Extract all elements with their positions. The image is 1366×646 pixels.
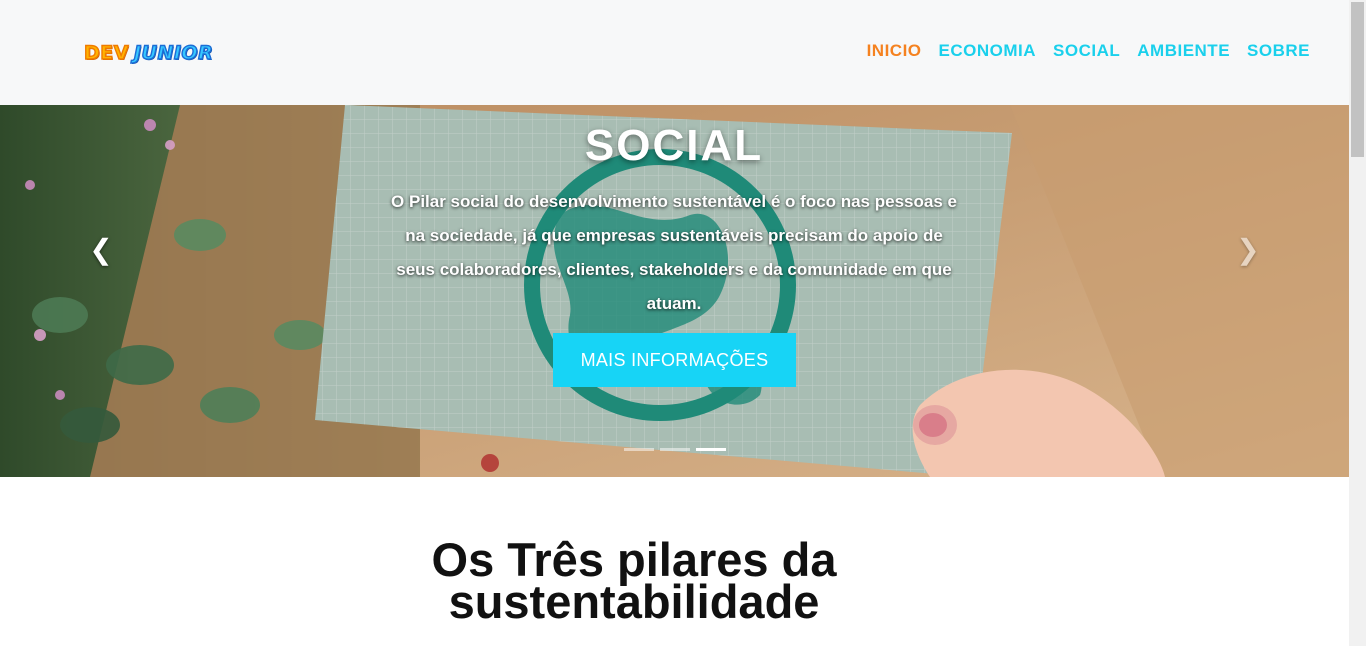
nav-link-social[interactable]: SOCIAL bbox=[1053, 41, 1120, 61]
nav-menu: INICIO ECONOMIA SOCIAL AMBIENTE SOBRE bbox=[850, 41, 1310, 61]
navbar: DEV JUNIOR INICIO ECONOMIA SOCIAL AMBIEN… bbox=[0, 0, 1349, 105]
carousel-indicator-1[interactable] bbox=[624, 448, 654, 451]
brand-logo-junior: JUNIOR bbox=[133, 41, 214, 64]
nav-link-economia[interactable]: ECONOMIA bbox=[939, 41, 1037, 61]
carousel-next-chevron-right-icon[interactable]: ❯ bbox=[1233, 235, 1263, 265]
more-info-button[interactable]: MAIS INFORMAÇÕES bbox=[553, 333, 796, 387]
carousel-prev-chevron-left-icon[interactable]: ❮ bbox=[86, 235, 116, 265]
carousel-title: SOCIAL bbox=[584, 121, 764, 170]
section-title: Os Três pilares da sustentabilidade bbox=[431, 533, 837, 628]
brand-logo[interactable]: DEV JUNIOR bbox=[83, 40, 214, 66]
carousel-caption: SOCIAL O Pilar social do desenvolvimento… bbox=[374, 121, 974, 321]
carousel-indicator-3[interactable] bbox=[696, 448, 726, 451]
nav-link-sobre[interactable]: SOBRE bbox=[1247, 41, 1310, 61]
nav-link-ambiente[interactable]: AMBIENTE bbox=[1137, 41, 1230, 61]
nav-link-inicio[interactable]: INICIO bbox=[867, 41, 922, 61]
carousel-indicators bbox=[624, 448, 732, 451]
page-scrollbar-thumb[interactable] bbox=[1351, 2, 1364, 157]
carousel-indicator-2[interactable] bbox=[660, 448, 690, 451]
carousel-description: O Pilar social do desenvolvimento susten… bbox=[391, 192, 957, 313]
brand-logo-dev: DEV bbox=[83, 41, 129, 64]
hero-carousel: ❮ ❯ SOCIAL O Pilar social do desenvolvim… bbox=[0, 105, 1349, 477]
